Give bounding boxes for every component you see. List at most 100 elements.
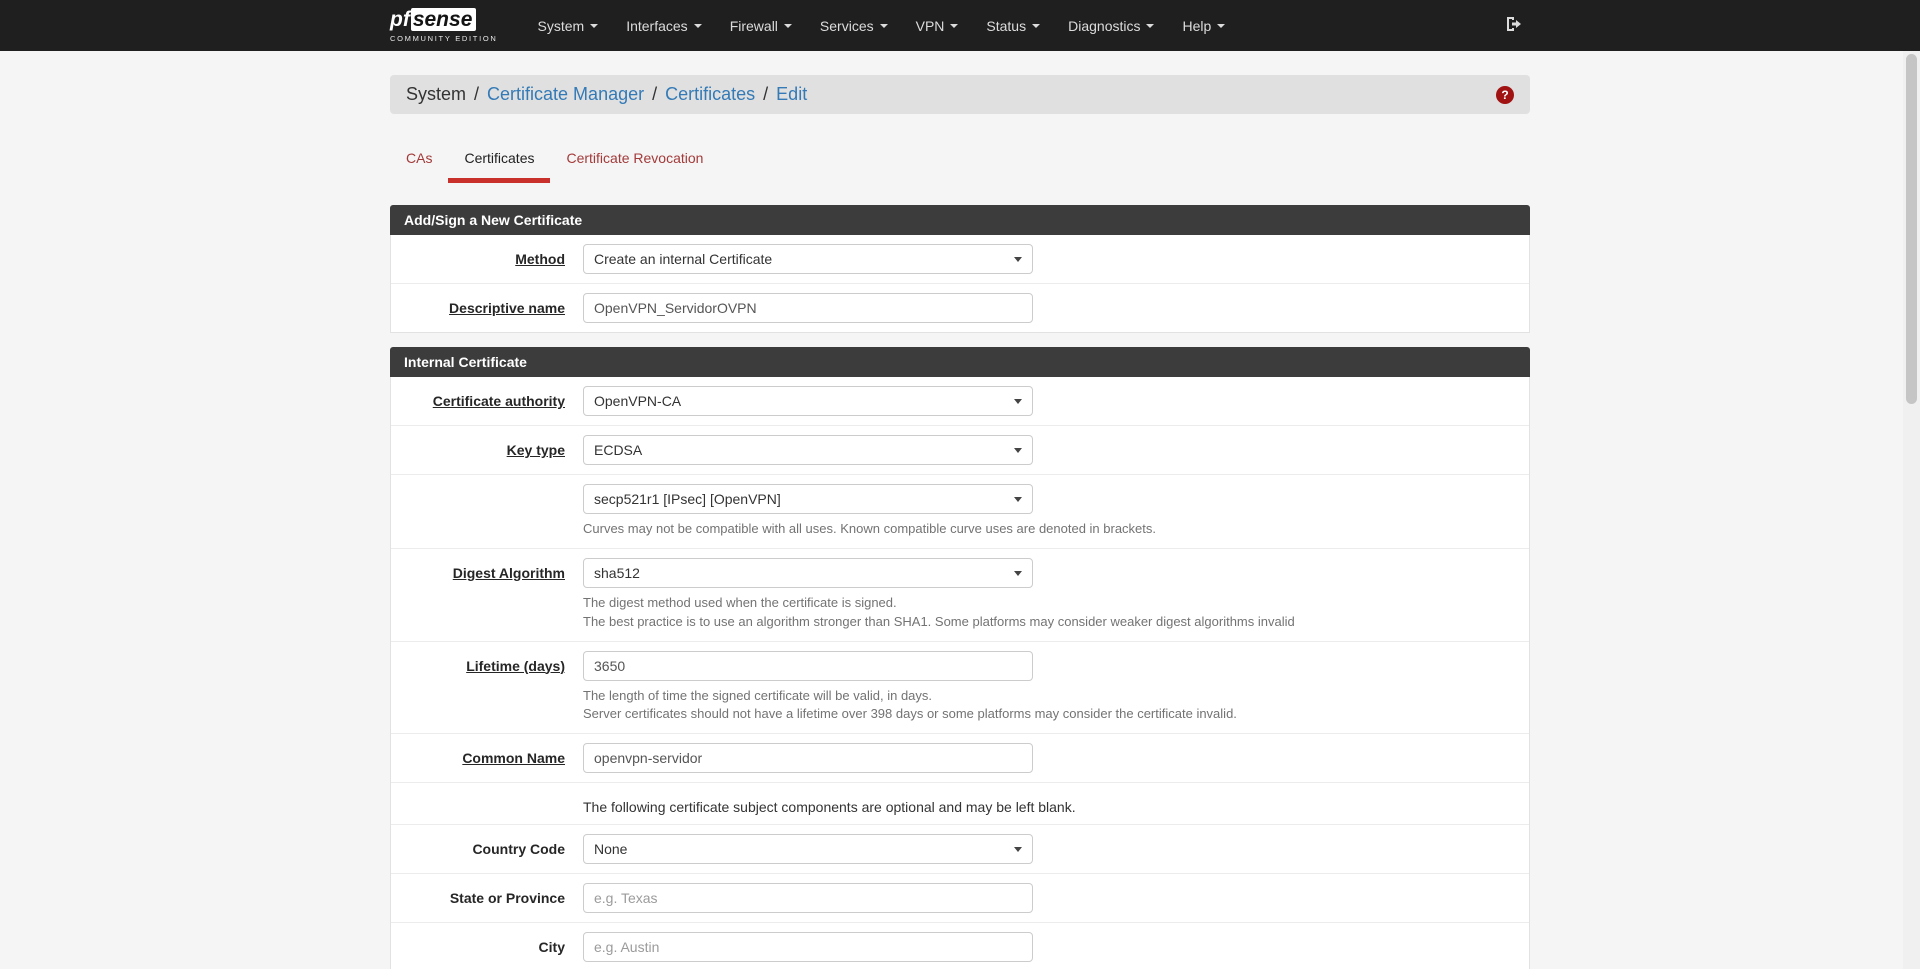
key-type-label: Key type — [506, 442, 565, 458]
breadcrumb-link-edit[interactable]: Edit — [776, 84, 807, 105]
subject-note-label — [391, 792, 583, 815]
breadcrumb-link-certificate-manager[interactable]: Certificate Manager — [487, 84, 644, 105]
breadcrumb-separator: / — [652, 84, 658, 104]
caret-down-icon — [879, 23, 888, 28]
nav-item-services[interactable]: Services — [806, 0, 902, 51]
country-code-control: None — [583, 834, 1529, 865]
logout-icon — [1504, 14, 1524, 37]
curve-select-wrap: secp521r1 [IPsec] [OpenVPN] — [583, 484, 1033, 514]
method-label: Method — [515, 251, 565, 267]
certificate-authority-select[interactable]: OpenVPN-CA — [583, 386, 1033, 416]
subject-note-control: The following certificate subject compon… — [583, 792, 1529, 815]
breadcrumb-separator: / — [763, 84, 769, 104]
nav-item-label: Interfaces — [626, 17, 688, 34]
digest-algorithm-select[interactable]: sha512 — [583, 557, 1033, 588]
breadcrumb-separator: / — [474, 84, 480, 104]
nav-item-label: Diagnostics — [1068, 17, 1141, 34]
city-input[interactable] — [583, 932, 1033, 963]
curve-control: secp521r1 [IPsec] [OpenVPN] Curves may n… — [583, 484, 1529, 539]
caret-down-icon — [693, 23, 702, 28]
country-code-label: Country Code — [472, 841, 565, 858]
nav-item-label: System — [537, 17, 585, 34]
caret-down-icon — [1032, 23, 1041, 28]
navbar-inner: pf sense COMMUNITY EDITION System Interf… — [375, 0, 1545, 51]
tab-bar: CAs Certificates Certificate Revocation — [390, 140, 1530, 183]
nav-item-label: Firewall — [729, 17, 778, 34]
form-row-country-code: Country Code None — [391, 825, 1529, 875]
nav-item-label: Status — [986, 17, 1027, 34]
tab-certificate-revocation[interactable]: Certificate Revocation — [550, 140, 719, 183]
form-row-method: Method Create an internal Certificate — [391, 235, 1529, 284]
descriptive-name-label: Descriptive name — [449, 300, 565, 316]
logo-pf-text: pf — [390, 8, 410, 31]
optional-subject-note: The following certificate subject compon… — [583, 799, 1076, 816]
method-control: Create an internal Certificate — [583, 244, 1529, 274]
nav-item-label: VPN — [915, 17, 945, 34]
pfsense-logo[interactable]: pf sense COMMUNITY EDITION — [390, 8, 498, 43]
form-row-state: State or Province — [391, 874, 1529, 924]
lifetime-input[interactable] — [583, 650, 1033, 681]
tab-cas[interactable]: CAs — [390, 140, 448, 183]
form-row-common-name: Common Name — [391, 734, 1529, 784]
key-type-control: ECDSA — [583, 435, 1529, 465]
descriptive-name-input[interactable] — [583, 293, 1033, 323]
curve-label — [391, 484, 583, 539]
help-line: The best practice is to use an algorithm… — [583, 613, 1295, 629]
nav-item-status[interactable]: Status — [972, 0, 1054, 51]
nav-item-interfaces[interactable]: Interfaces — [612, 0, 715, 51]
help-line: The digest method used when the certific… — [583, 594, 897, 610]
common-name-input[interactable] — [583, 743, 1033, 774]
caret-down-icon — [950, 23, 959, 28]
help-line: Server certificates should not have a li… — [583, 706, 1237, 722]
pfsense-logo-text: pf sense — [390, 8, 498, 31]
panel-internal-certificate: Internal Certificate Certificate authori… — [390, 347, 1530, 969]
city-control — [583, 932, 1529, 963]
nav-item-diagnostics[interactable]: Diagnostics — [1054, 0, 1168, 51]
form-row-descriptive-name: Descriptive name — [391, 284, 1529, 332]
scrollbar-thumb[interactable] — [1906, 54, 1917, 404]
help-icon[interactable]: ? — [1496, 85, 1514, 104]
certificate-authority-control: OpenVPN-CA — [583, 386, 1529, 416]
state-label: State or Province — [449, 890, 565, 907]
help-text: The digest method used when the certific… — [583, 594, 1529, 632]
form-row-key-type: Key type ECDSA — [391, 426, 1529, 475]
common-name-control — [583, 743, 1529, 774]
logo-edition-text: COMMUNITY EDITION — [390, 34, 498, 43]
state-input[interactable] — [583, 883, 1033, 914]
nav-item-firewall[interactable]: Firewall — [716, 0, 806, 51]
form-row-city: City — [391, 923, 1529, 969]
key-type-select[interactable]: ECDSA — [583, 435, 1033, 465]
logo-sense-text: sense — [410, 8, 477, 31]
certificate-authority-select-wrap: OpenVPN-CA — [583, 386, 1033, 416]
caret-down-icon — [1217, 23, 1226, 28]
nav-item-vpn[interactable]: VPN — [902, 0, 973, 51]
method-select[interactable]: Create an internal Certificate — [583, 244, 1033, 274]
country-code-select[interactable]: None — [583, 834, 1033, 865]
city-label: City — [538, 939, 565, 956]
state-control — [583, 883, 1529, 914]
main-menu: System Interfaces Firewall Services VPN … — [524, 0, 1240, 51]
key-type-select-wrap: ECDSA — [583, 435, 1033, 465]
caret-down-icon — [1146, 23, 1155, 28]
nav-item-help[interactable]: Help — [1168, 0, 1239, 51]
common-name-label: Common Name — [462, 750, 565, 767]
nav-item-label: Services — [819, 17, 874, 34]
descriptive-name-control — [583, 293, 1529, 323]
form-row-certificate-authority: Certificate authority OpenVPN-CA — [391, 377, 1529, 426]
panel-title: Internal Certificate — [390, 347, 1530, 377]
breadcrumb-link-certificates[interactable]: Certificates — [665, 84, 755, 105]
scrollbar-track[interactable] — [1903, 51, 1920, 969]
certificate-authority-label: Certificate authority — [432, 393, 565, 409]
digest-algorithm-label: Digest Algorithm — [452, 564, 565, 581]
curve-select[interactable]: secp521r1 [IPsec] [OpenVPN] — [583, 484, 1033, 514]
nav-item-system[interactable]: System — [524, 0, 613, 51]
panel-body: Certificate authority OpenVPN-CA Key typ… — [390, 377, 1530, 969]
panel-add-sign-certificate: Add/Sign a New Certificate Method Create… — [390, 205, 1530, 333]
caret-down-icon — [590, 23, 599, 28]
form-row-curve: secp521r1 [IPsec] [OpenVPN] Curves may n… — [391, 475, 1529, 549]
tab-certificates[interactable]: Certificates — [448, 140, 551, 183]
method-select-wrap: Create an internal Certificate — [583, 244, 1033, 274]
form-row-lifetime: Lifetime (days) The length of time the s… — [391, 642, 1529, 735]
lifetime-control: The length of time the signed certificat… — [583, 650, 1529, 725]
logout-button[interactable] — [1498, 8, 1530, 43]
